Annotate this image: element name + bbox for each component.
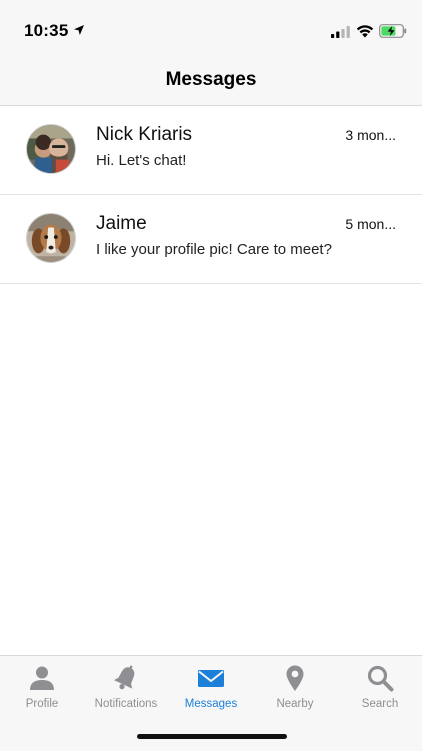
status-bar: 10:35	[0, 0, 422, 60]
bell-icon	[113, 665, 135, 690]
contact-name: Nick Kriaris	[96, 124, 193, 145]
envelope-icon	[198, 670, 224, 687]
tab-label: Profile	[25, 698, 59, 710]
map-pin-icon	[286, 665, 304, 691]
tab-profile[interactable]: Profile	[0, 656, 84, 718]
tab-search[interactable]: Search	[338, 656, 422, 718]
tab-nearby[interactable]: Nearby	[253, 656, 337, 718]
tab-notifications[interactable]: Notifications	[84, 656, 168, 718]
page-title: Messages	[165, 69, 257, 90]
dog-photo-image	[27, 214, 75, 262]
location-arrow-icon	[74, 25, 84, 35]
person-icon	[30, 666, 54, 690]
home-indicator[interactable]	[137, 734, 287, 739]
contact-name: Jaime	[96, 213, 147, 234]
tab-label: Messages	[184, 698, 238, 710]
message-time: 5 mon...	[345, 216, 396, 232]
search-icon	[367, 665, 394, 692]
message-time: 3 mon...	[345, 127, 396, 143]
message-row-nick-kriaris[interactable]: Nick Kriaris 3 mon... Hi. Let's chat!	[0, 106, 422, 195]
status-time: 10:35	[24, 21, 69, 40]
tab-label: Notifications	[94, 698, 158, 710]
cellular-signal-icon	[331, 26, 350, 38]
wifi-icon	[356, 25, 374, 38]
dog-photo-avatar[interactable]	[26, 213, 76, 263]
couple-photo-image	[27, 125, 75, 173]
message-preview: Hi. Let's chat!	[96, 152, 187, 169]
message-list: Nick Kriaris 3 mon... Hi. Let's chat! Ja…	[0, 106, 422, 284]
couple-photo-avatar[interactable]	[26, 124, 76, 174]
tab-label: Search	[361, 698, 399, 710]
message-preview: I like your profile pic! Care to meet?	[96, 241, 332, 258]
message-row-jaime[interactable]: Jaime 5 mon... I like your profile pic! …	[0, 195, 422, 284]
navigation-bar: Messages	[0, 60, 422, 106]
tab-label: Nearby	[276, 698, 314, 710]
battery-charging-icon	[379, 24, 407, 38]
tab-messages[interactable]: Messages	[169, 656, 253, 718]
